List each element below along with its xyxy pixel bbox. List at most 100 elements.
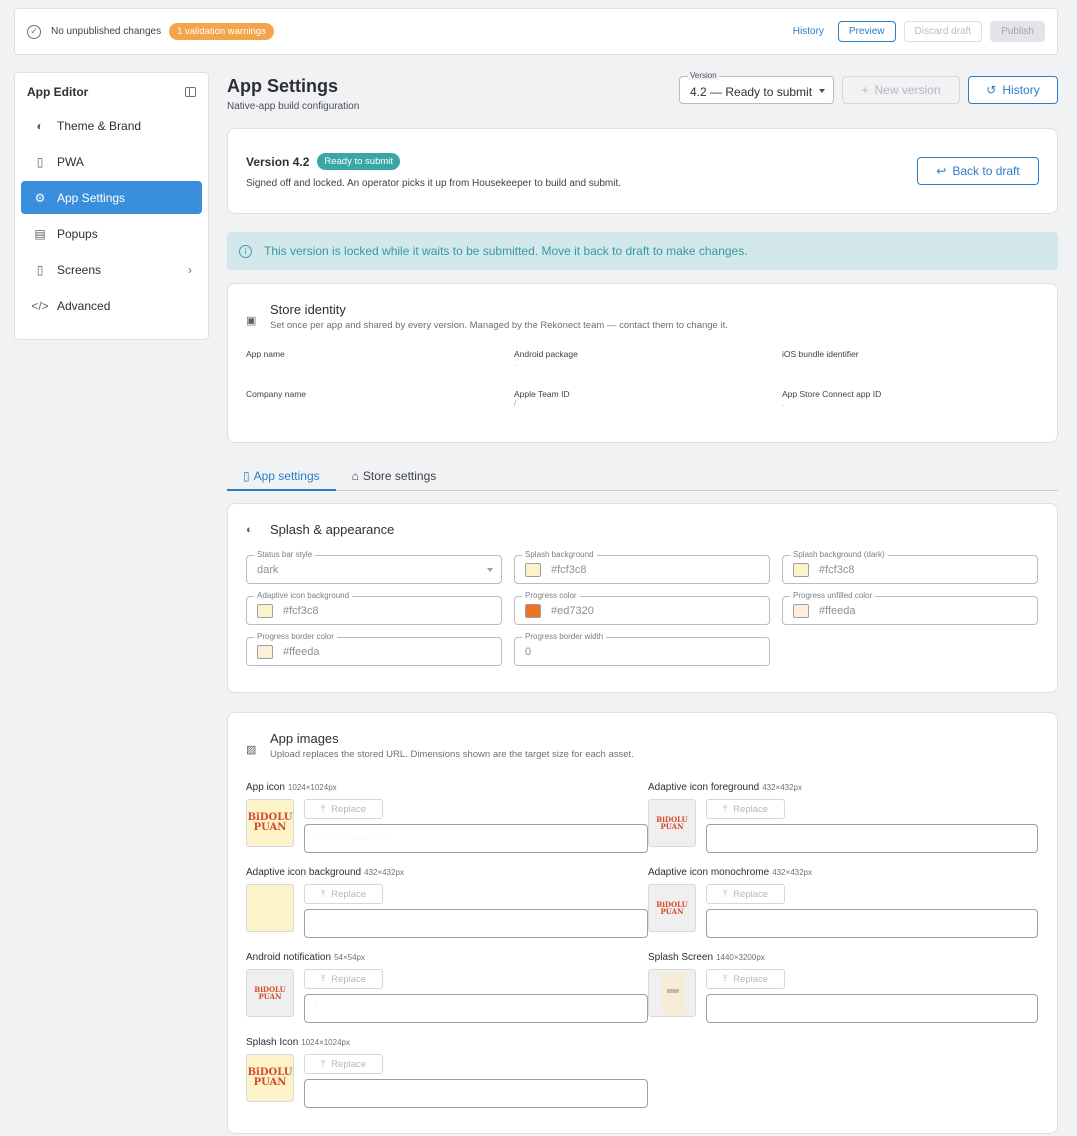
upload-icon: ⤒ [722,973,728,985]
sidebar-title: App Editor [27,85,89,99]
sidebar-item-advanced[interactable]: </> Advanced [21,289,202,322]
asset-url-input[interactable] [304,909,648,938]
tab-label: Store settings [362,469,437,483]
discard-draft-button[interactable]: Discard draft [903,21,983,42]
chevron-right-icon: › [188,262,192,277]
field-value [246,399,514,409]
preview-button[interactable]: Preview [837,21,896,42]
asset-url-input[interactable] [706,994,1038,1023]
color-swatch[interactable] [793,562,809,577]
color-swatch[interactable] [525,603,541,618]
color-swatch[interactable] [257,644,273,659]
progress-unfilled-color-field[interactable]: Progress unfilled color #ffeeda [782,591,1038,625]
sidebar-item-screens[interactable]: ▯ Screens › [21,253,202,286]
replace-button[interactable]: ⤒ Replace [706,969,785,989]
store-identity-card: ▣ Store identity Set once per app and sh… [227,283,1058,443]
adaptive-icon-monochrome-asset: Adaptive icon monochrome 432×432px BiDOLU … [648,867,1038,952]
new-version-label: New version [874,83,941,97]
splash-screen-asset: Splash Screen 1440×3200px ⤒ Replace [648,952,1038,1037]
asset-thumbnail: BiDOLU PUAN [648,799,696,847]
asset-url-input[interactable] [706,909,1038,938]
info-icon: i [239,244,252,258]
history-button[interactable]: ↺ History [968,76,1058,104]
splash-background-field[interactable]: Splash background #fcf3c8 [514,550,770,584]
asset-url-input[interactable] [304,1079,648,1108]
version-select[interactable]: Version 4.2 — Ready to submit [679,71,834,104]
identity-field-ios-bundle: iOS bundle identifier [782,349,1042,369]
asset-label: Adaptive icon background 432×432px [246,867,648,878]
new-version-button[interactable]: + New version [842,76,960,104]
image-icon: ▨ [246,744,257,756]
replace-label: Replace [331,1058,367,1070]
progress-border-color-field[interactable]: Progress border color #ffeeda [246,632,502,666]
adaptive-icon-background-field[interactable]: Adaptive icon background #fcf3c8 [246,591,502,625]
status-bar-style-field[interactable]: Status bar style dark [246,550,502,584]
asset-url-input[interactable]: · · · · · · · · · · · · · · · · · · · · … [304,824,648,853]
replace-button[interactable]: ⤒ Replace [706,884,785,904]
asset-url-input[interactable]: ' [304,994,648,1023]
splash-preview [661,973,685,1015]
publish-button[interactable]: Publish [990,21,1045,42]
progress-border-width-field[interactable]: Progress border width 0 [514,632,770,666]
asset-label: Adaptive icon monochrome 432×432px [648,867,1038,878]
upload-icon: ⤒ [320,973,326,985]
asset-thumbnail [648,969,696,1017]
replace-button[interactable]: ⤒ Replace [304,884,383,904]
version-title: Version 4.2 [246,154,310,169]
asset-dimensions: 1024×1024px [301,1038,350,1047]
replace-label: Replace [331,973,367,985]
back-to-draft-label: Back to draft [952,164,1020,178]
adaptive-icon-foreground-asset: Adaptive icon foreground 432×432px BiDOLU … [648,782,1038,867]
asset-url-input[interactable] [706,824,1038,853]
android-notification-asset: Android notification 54×54px BiDOLU PUAN ⤒ R… [246,952,648,1037]
field-label: Progress border color [254,632,337,641]
settings-tabs: ▯ App settings ⌂ Store settings [227,465,1058,491]
sidebar-item-popups[interactable]: ▤ Popups [21,217,202,250]
tab-app-settings[interactable]: ▯ App settings [227,465,336,491]
replace-label: Replace [733,973,769,985]
color-swatch[interactable] [525,562,541,577]
tab-label: App settings [253,469,320,483]
sidebar-item-theme-brand[interactable]: ◐ Theme & Brand [21,109,202,142]
validation-warning-badge[interactable]: 1 validation warnings [169,23,274,40]
replace-button[interactable]: ⤒ Replace [304,1054,383,1074]
field-value [782,359,1042,369]
sidebar-item-pwa[interactable]: ▯ PWA [21,145,202,178]
splash-fields: Status bar style dark Splash background #fc… [246,550,1039,666]
replace-button[interactable]: ⤒ Replace [304,969,383,989]
version-select-value: 4.2 — Ready to submit [690,85,813,99]
sidebar-item-label: App Settings [57,190,126,205]
progress-color-field[interactable]: Progress color #ed7320 [514,591,770,625]
mobile-app-icon: ▯ [36,154,44,169]
asset-dimensions: 432×432px [762,783,803,792]
back-to-draft-button[interactable]: ↩ Back to draft [917,157,1039,185]
brand-logo: BiDOLU PUAN [656,900,688,916]
asset-dimensions: 1440×3200px [716,953,765,962]
sidebar-item-label: PWA [57,154,84,169]
upload-icon: ⤒ [320,803,326,815]
history-link[interactable]: History [787,26,830,37]
asset-dimensions: 432×432px [364,868,404,877]
asset-title: Adaptive icon monochrome [648,867,770,878]
replace-button[interactable]: ⤒ Replace [304,799,383,819]
asset-title: Splash Icon [246,1037,299,1048]
splash-background-dark-field[interactable]: Splash background (dark) #fcf3c8 [782,550,1038,584]
asset-label: App icon 1024×1024px [246,782,648,793]
field-label: Status bar style [254,550,316,559]
asset-title: Splash Screen [648,952,714,963]
color-swatch[interactable] [793,603,809,618]
identity-field-app-name: App name [246,349,514,369]
tab-store-settings[interactable]: ⌂ Store settings [336,465,453,490]
field-label: App name [246,349,285,359]
splash-icon-asset: Splash Icon 1024×1024px BiDOLU PUAN ⤒ Replac… [246,1037,648,1122]
field-value: . [782,399,785,408]
splash-appearance-card: ◐ Splash & appearance Status bar style da… [227,503,1058,693]
color-swatch[interactable] [257,603,273,618]
collapse-sidebar-icon[interactable] [185,87,196,97]
sidebar-item-app-settings[interactable]: ⚙ App Settings [21,181,202,214]
undo-icon: ↩ [936,164,947,178]
asset-title: Adaptive icon foreground [648,782,760,793]
asset-thumbnail: BiDOLU PUAN [246,1054,294,1102]
sidebar-item-label: Screens [57,262,102,277]
replace-button[interactable]: ⤒ Replace [706,799,785,819]
